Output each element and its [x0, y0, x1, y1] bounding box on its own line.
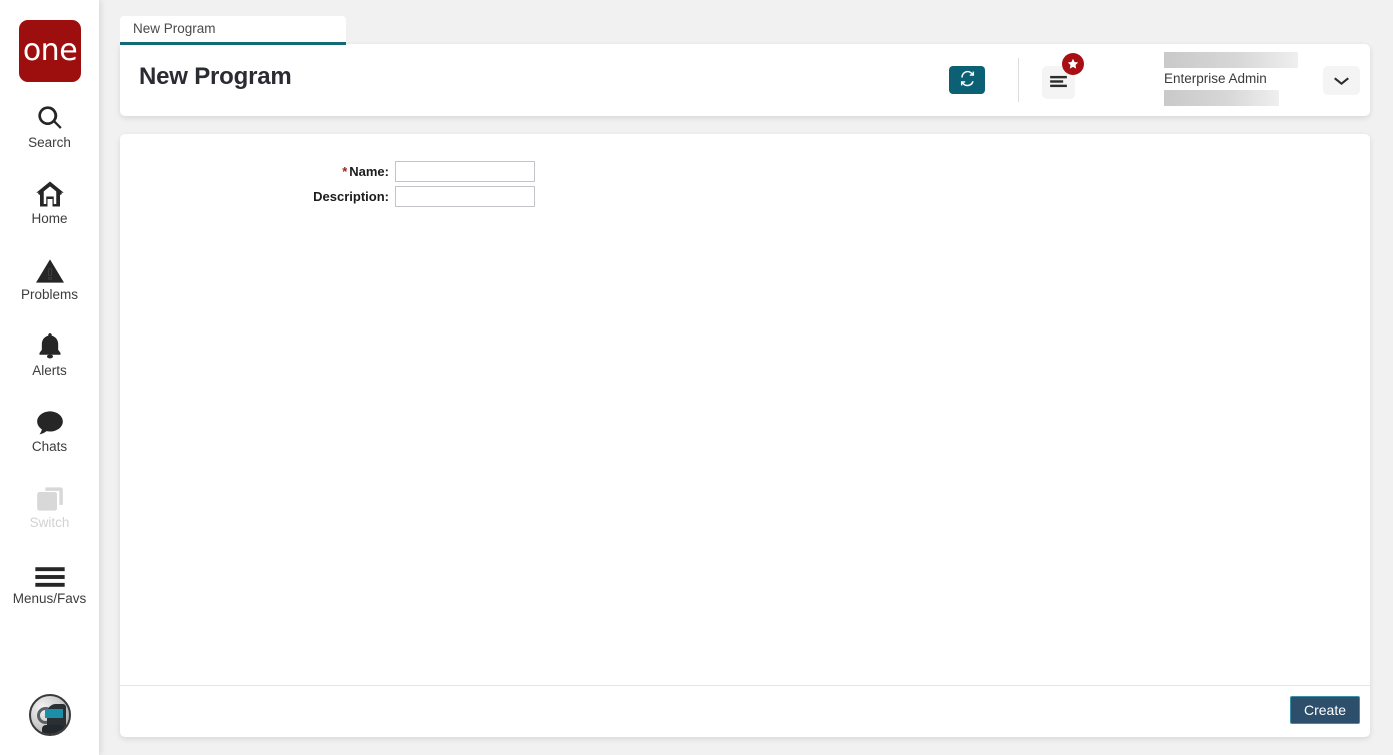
- refresh-button[interactable]: [949, 66, 985, 94]
- avatar-body: [42, 725, 64, 734]
- app-root: one Search Home Problems Alerts Chats Sw…: [0, 0, 1393, 755]
- description-field-label: Description:: [313, 189, 389, 204]
- search-icon: [33, 98, 67, 132]
- content-card: * Name: Description: Create: [120, 134, 1370, 737]
- app-logo[interactable]: one: [19, 20, 81, 82]
- user-org-redacted: [1164, 90, 1279, 106]
- sidebar: one Search Home Problems Alerts Chats Sw…: [0, 0, 99, 755]
- page-title: New Program: [139, 63, 292, 90]
- warning-icon: [33, 250, 67, 284]
- sidebar-item-label: Chats: [31, 439, 68, 454]
- logo-text: one: [22, 33, 78, 68]
- sidebar-item-chats[interactable]: Chats: [0, 402, 99, 468]
- hamburger-icon: [1050, 75, 1067, 91]
- refresh-icon: [959, 70, 976, 90]
- sidebar-item-label: Switch: [29, 515, 70, 530]
- switch-icon: [33, 478, 67, 512]
- new-program-form: * Name: Description:: [120, 134, 1370, 685]
- bell-icon: [33, 326, 67, 360]
- header-card: New Program Enterprise Admin: [120, 44, 1370, 116]
- chevron-down-icon: [1334, 76, 1349, 86]
- name-input[interactable]: [395, 161, 535, 182]
- sidebar-item-problems[interactable]: Problems: [0, 250, 99, 316]
- name-field-label: * Name:: [120, 164, 395, 179]
- home-icon: [33, 174, 67, 208]
- chat-icon: [33, 402, 67, 436]
- sidebar-item-search[interactable]: Search: [0, 98, 99, 164]
- sidebar-item-label: Alerts: [32, 363, 67, 378]
- name-label-text: Name:: [349, 164, 389, 179]
- sidebar-item-home[interactable]: Home: [0, 174, 99, 240]
- hamburger-icon: [33, 554, 67, 588]
- header-divider: [1018, 58, 1019, 102]
- sidebar-item-label: Search: [28, 135, 71, 150]
- description-input[interactable]: [395, 186, 535, 207]
- favorites-star-badge[interactable]: [1062, 53, 1084, 75]
- sidebar-item-alerts[interactable]: Alerts: [0, 326, 99, 392]
- form-row-description: Description:: [120, 186, 535, 207]
- sidebar-item-switch[interactable]: Switch: [0, 478, 99, 544]
- card-footer: Create: [120, 685, 1370, 737]
- sidebar-item-menus-favs[interactable]: Menus/Favs: [0, 554, 99, 620]
- avatar-visor: [45, 709, 63, 718]
- required-marker: *: [342, 164, 348, 179]
- user-role-label: Enterprise Admin: [1164, 71, 1267, 86]
- star-icon: [1067, 58, 1079, 70]
- user-name-redacted: [1164, 52, 1298, 68]
- avatar[interactable]: [29, 694, 71, 736]
- user-info-block[interactable]: Enterprise Admin: [1164, 50, 1304, 110]
- sidebar-item-label: Menus/Favs: [12, 591, 87, 606]
- form-row-name: * Name:: [120, 161, 535, 182]
- tab-new-program[interactable]: New Program: [120, 16, 346, 45]
- sidebar-item-label: Problems: [20, 287, 79, 302]
- create-button[interactable]: Create: [1289, 696, 1360, 724]
- sidebar-item-label: Home: [31, 211, 68, 226]
- user-dropdown-button[interactable]: [1323, 66, 1360, 95]
- tab-label: New Program: [133, 21, 216, 36]
